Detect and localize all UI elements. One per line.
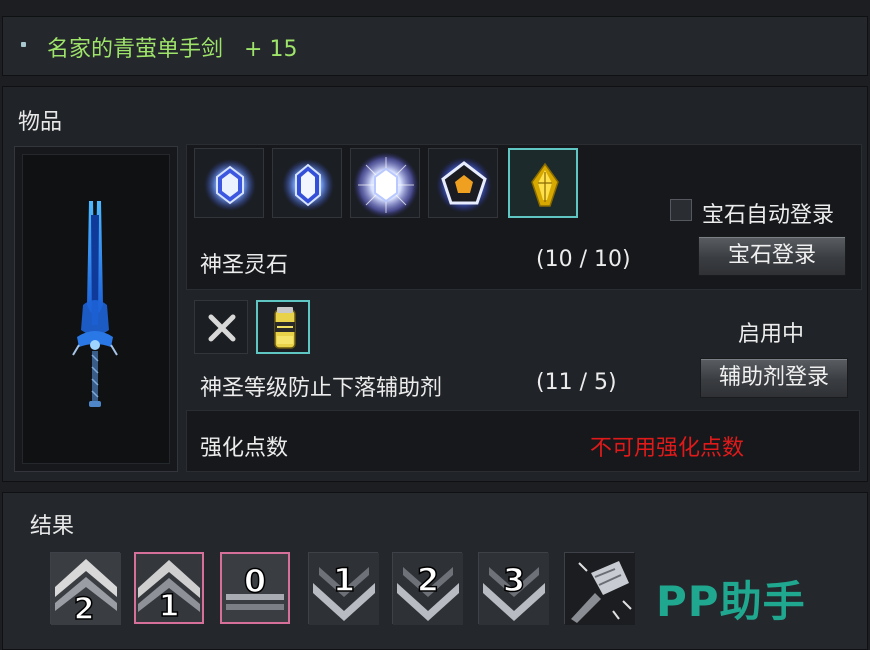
- result-tile-3: 0: [220, 552, 290, 624]
- result-tile-3-text: 0: [244, 562, 266, 600]
- gem-pentagon-icon: [436, 157, 492, 213]
- rank-down-chevron-icon: 3: [479, 553, 549, 625]
- result-tile-destroy: [564, 552, 635, 625]
- rank-down-chevron-icon: 2: [393, 553, 463, 625]
- auto-register-checkbox[interactable]: [670, 199, 692, 221]
- gem-name: 神圣灵石: [200, 253, 289, 278]
- aux-empty-slot[interactable]: [194, 300, 248, 354]
- aux-count: (11 / 5): [536, 370, 617, 395]
- result-tile-4: 1: [308, 552, 379, 625]
- result-tile-2-text: 1: [159, 589, 180, 622]
- gem-slot-4[interactable]: [428, 148, 498, 218]
- gem-slot-1[interactable]: [194, 148, 264, 218]
- aux-status: 启用中: [738, 322, 805, 347]
- rank-up-chevron-icon: 1: [136, 554, 202, 622]
- result-tile-4-text: 1: [333, 561, 355, 599]
- item-name: 名家的青萤单手剑: [47, 37, 224, 62]
- result-tile-2: 1: [134, 552, 204, 624]
- result-tile-6: 3: [478, 552, 549, 625]
- result-tile-5-text: 2: [417, 561, 439, 599]
- weapon-preview-inner: [22, 154, 170, 464]
- weapon-preview: [14, 146, 178, 472]
- bullet-icon: [21, 42, 26, 47]
- gem-blue-icon: [204, 159, 256, 211]
- rank-neutral-bar-icon: 0: [222, 554, 288, 622]
- sword-icon: [72, 201, 118, 407]
- gem-slot-2[interactable]: [272, 148, 342, 218]
- result-tile-1: 2: [50, 552, 121, 625]
- auto-register-label: 宝石自动登录: [702, 203, 835, 228]
- result-tile-5: 2: [392, 552, 463, 625]
- item-enhance-level: + 15: [244, 37, 298, 62]
- gem-gold-icon: [531, 162, 559, 207]
- enhance-points-label: 强化点数: [200, 436, 289, 461]
- gem-glow-icon: [353, 152, 419, 218]
- gem-slot-5-selected[interactable]: [508, 148, 578, 218]
- gem-count: (10 / 10): [536, 247, 631, 272]
- aux-name: 神圣等级防止下落辅助剂: [200, 376, 443, 401]
- broken-hammer-icon: [565, 553, 635, 625]
- gem-register-button[interactable]: 宝石登录: [698, 236, 846, 276]
- result-tile-6-text: 3: [503, 561, 525, 599]
- item-section-label: 物品: [18, 110, 63, 135]
- result-label: 结果: [30, 514, 75, 539]
- close-icon: [208, 314, 236, 342]
- item-title-bar: 名家的青萤单手剑 + 15: [2, 16, 868, 76]
- rank-up-chevron-icon: 2: [51, 553, 121, 625]
- gem-slot-3[interactable]: [350, 148, 420, 218]
- item-title: 名家的青萤单手剑 + 15: [47, 31, 297, 63]
- enhance-points-warning: 不可用强化点数: [590, 436, 745, 461]
- result-tile-1-text: 2: [74, 592, 95, 625]
- aux-register-button[interactable]: 辅助剂登录: [700, 358, 848, 398]
- gem-blue-icon: [282, 159, 334, 211]
- aux-item-slot[interactable]: [256, 300, 310, 354]
- rank-down-chevron-icon: 1: [309, 553, 379, 625]
- watermark-logo: PP助手: [656, 577, 806, 626]
- potion-bottle-icon: [274, 307, 296, 349]
